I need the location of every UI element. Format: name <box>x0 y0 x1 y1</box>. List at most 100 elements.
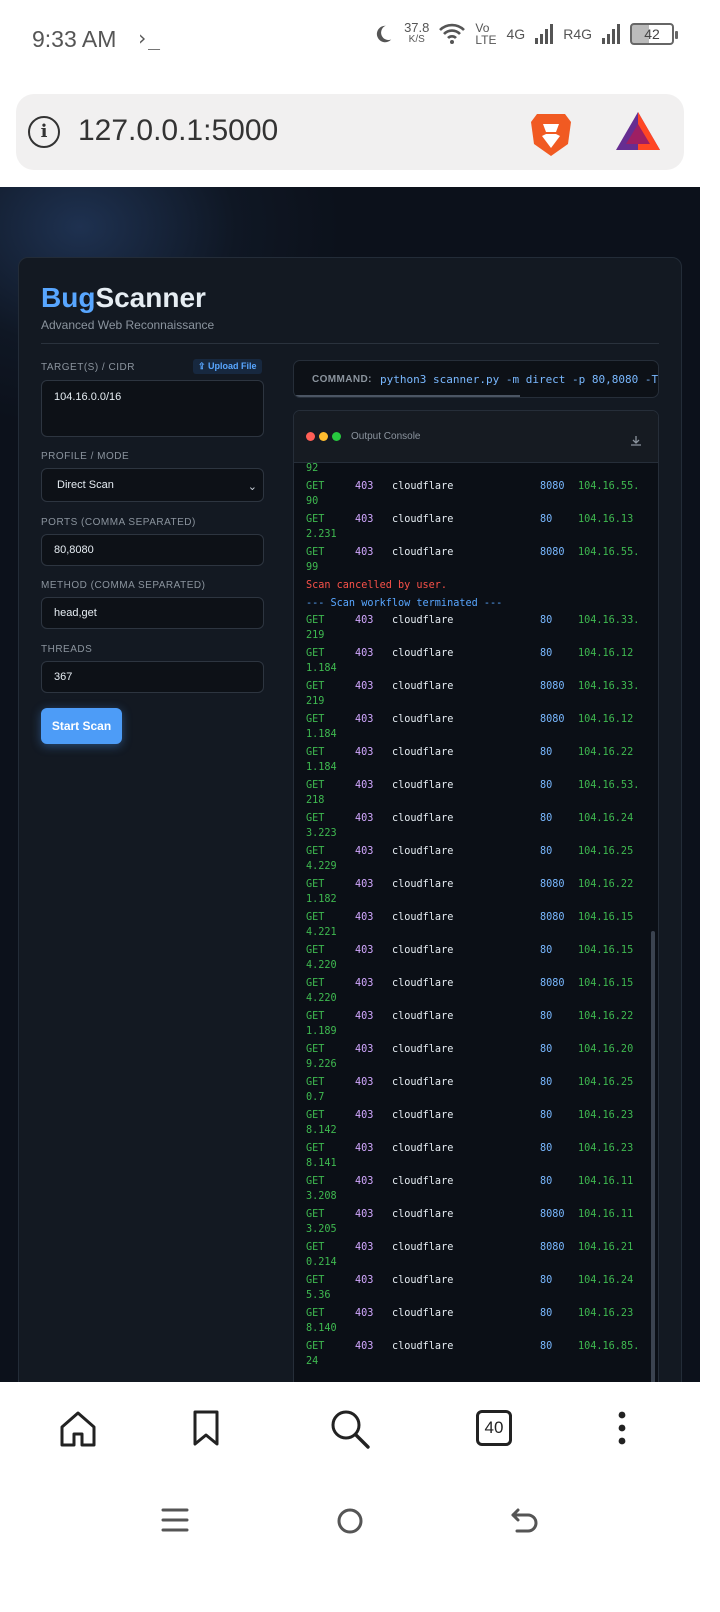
url-text[interactable]: 127.0.0.1:5000 <box>78 114 278 148</box>
console-port: 80 <box>540 1176 553 1187</box>
targets-label: TARGET(S) / CIDR <box>41 362 135 373</box>
back-icon[interactable] <box>510 1506 540 1534</box>
console-status: 403 <box>355 547 374 558</box>
console-method: GET <box>306 1110 325 1121</box>
console-status: 403 <box>355 1242 374 1253</box>
console-method: GET <box>306 714 325 725</box>
console-scrollbar[interactable] <box>651 931 655 1382</box>
output-console: Output Console 92 GET 403 cloudflare 8080 10… <box>293 410 659 1382</box>
console-method: GET <box>306 648 325 659</box>
console-ip: 104.16.23 <box>578 1308 634 1319</box>
console-ip-cont: 5.36 <box>306 1290 331 1301</box>
console-method: GET <box>306 615 325 626</box>
console-ip-cont: 1.182 <box>306 894 337 905</box>
console-port: 80 <box>540 945 553 956</box>
scanner-card: BugScanner Advanced Web Reconnaissance T… <box>18 257 682 1382</box>
console-port: 8080 <box>540 547 565 558</box>
brave-lion-icon[interactable] <box>529 110 573 158</box>
console-port: 8080 <box>540 879 565 890</box>
console-ip: 104.16.21 <box>578 1242 634 1253</box>
console-ip-cont: 4.220 <box>306 993 337 1004</box>
console-row: GET 403 cloudflare 80 104.16.23 8.141 <box>306 1143 646 1176</box>
console-host: cloudflare <box>392 547 454 558</box>
console-ip-cont: 0.214 <box>306 1257 337 1268</box>
console-ip-cont: 8.140 <box>306 1323 337 1334</box>
console-ip: 104.16.33. <box>578 615 640 626</box>
command-label: COMMAND: <box>312 374 372 385</box>
console-ip-cont: 218 <box>306 795 325 806</box>
console-host: cloudflare <box>392 681 454 692</box>
console-output[interactable]: 92 GET 403 cloudflare 8080 104.16.55. 90 GET 40… <box>294 463 658 1382</box>
console-status: 403 <box>355 879 374 890</box>
console-row: GET 403 cloudflare 8080 104.16.22 1.182 <box>306 879 646 912</box>
console-method: GET <box>306 912 325 923</box>
threads-input[interactable]: 367 <box>41 661 264 693</box>
console-method: GET <box>306 1176 325 1187</box>
console-status: 403 <box>355 1275 374 1286</box>
address-bar[interactable]: i 127.0.0.1:5000 <box>16 94 684 170</box>
command-text: python3 scanner.py -m direct -p 80,8080 … <box>380 373 659 386</box>
upload-file-button[interactable]: ⇪ Upload File <box>193 359 262 374</box>
info-icon[interactable]: i <box>28 116 60 148</box>
console-row: GET 403 cloudflare 80 104.16.15 4.220 <box>306 945 646 978</box>
console-ip-cont: 1.184 <box>306 663 337 674</box>
console-ip: 104.16.13 <box>578 514 634 525</box>
command-scrollbar[interactable] <box>294 395 520 397</box>
console-method: GET <box>306 681 325 692</box>
console-port: 80 <box>540 1341 553 1352</box>
wifi-icon <box>439 23 466 44</box>
console-status: 403 <box>355 1143 374 1154</box>
console-ip: 104.16.25 <box>578 846 634 857</box>
console-status: 403 <box>355 1044 374 1055</box>
home-button-icon[interactable] <box>335 1506 365 1536</box>
cancel-message: Scan cancelled by user. <box>306 580 448 591</box>
tabs-icon[interactable]: 40 <box>476 1410 512 1446</box>
console-ip-cont: 2.231 <box>306 529 337 540</box>
console-ip: 104.16.12 <box>578 714 634 725</box>
terminated-message: --- Scan workflow terminated --- <box>306 598 503 609</box>
console-port: 80 <box>540 1011 553 1022</box>
console-ip-cont: 1.184 <box>306 762 337 773</box>
console-status: 403 <box>355 846 374 857</box>
console-host: cloudflare <box>392 813 454 824</box>
console-host: cloudflare <box>392 1341 454 1352</box>
console-method: GET <box>306 1209 325 1220</box>
console-row: GET 403 cloudflare 80 104.16.23 8.142 <box>306 1110 646 1143</box>
method-input[interactable]: head,get <box>41 597 264 629</box>
more-vert-icon[interactable] <box>616 1410 628 1446</box>
console-host: cloudflare <box>392 846 454 857</box>
console-row: GET 403 cloudflare 80 104.16.22 1.189 <box>306 1011 646 1044</box>
console-ip: 104.16.23 <box>578 1143 634 1154</box>
console-host: cloudflare <box>392 1308 454 1319</box>
console-port: 80 <box>540 648 553 659</box>
profile-select[interactable]: Direct Scan ⌄ <box>41 468 264 502</box>
search-icon[interactable] <box>328 1408 372 1450</box>
console-ip: 104.16.12 <box>578 648 634 659</box>
console-status: 403 <box>355 1110 374 1121</box>
console-ip-cont: 0.7 <box>306 1092 325 1103</box>
window-minimize-dot <box>319 432 328 441</box>
console-status: 403 <box>355 945 374 956</box>
console-ip-cont: 3.223 <box>306 828 337 839</box>
console-row: GET 403 cloudflare 8080 104.16.55. 99 <box>306 547 646 580</box>
download-icon[interactable] <box>630 435 642 447</box>
bat-rewards-icon[interactable] <box>614 110 662 154</box>
targets-input[interactable]: 104.16.0.0/16 <box>41 380 264 437</box>
console-status: 403 <box>355 1308 374 1319</box>
method-label: METHOD (COMMA SEPARATED) <box>41 580 206 591</box>
home-icon[interactable] <box>58 1410 98 1448</box>
console-row: GET 403 cloudflare 80 104.16.22 1.184 <box>306 747 646 780</box>
console-host: cloudflare <box>392 747 454 758</box>
upload-icon: ⇪ <box>198 361 209 371</box>
console-method: GET <box>306 514 325 525</box>
recent-apps-icon[interactable] <box>160 1506 190 1534</box>
ports-label: PORTS (COMMA SEPARATED) <box>41 517 196 528</box>
bookmark-icon[interactable] <box>192 1410 220 1446</box>
console-ip: 104.16.20 <box>578 1044 634 1055</box>
console-ip-cont: 4.221 <box>306 927 337 938</box>
console-host: cloudflare <box>392 1176 454 1187</box>
console-status: 403 <box>355 1341 374 1352</box>
console-ip: 104.16.15 <box>578 978 634 989</box>
ports-input[interactable]: 80,8080 <box>41 534 264 566</box>
start-scan-button[interactable]: Start Scan <box>41 708 122 744</box>
